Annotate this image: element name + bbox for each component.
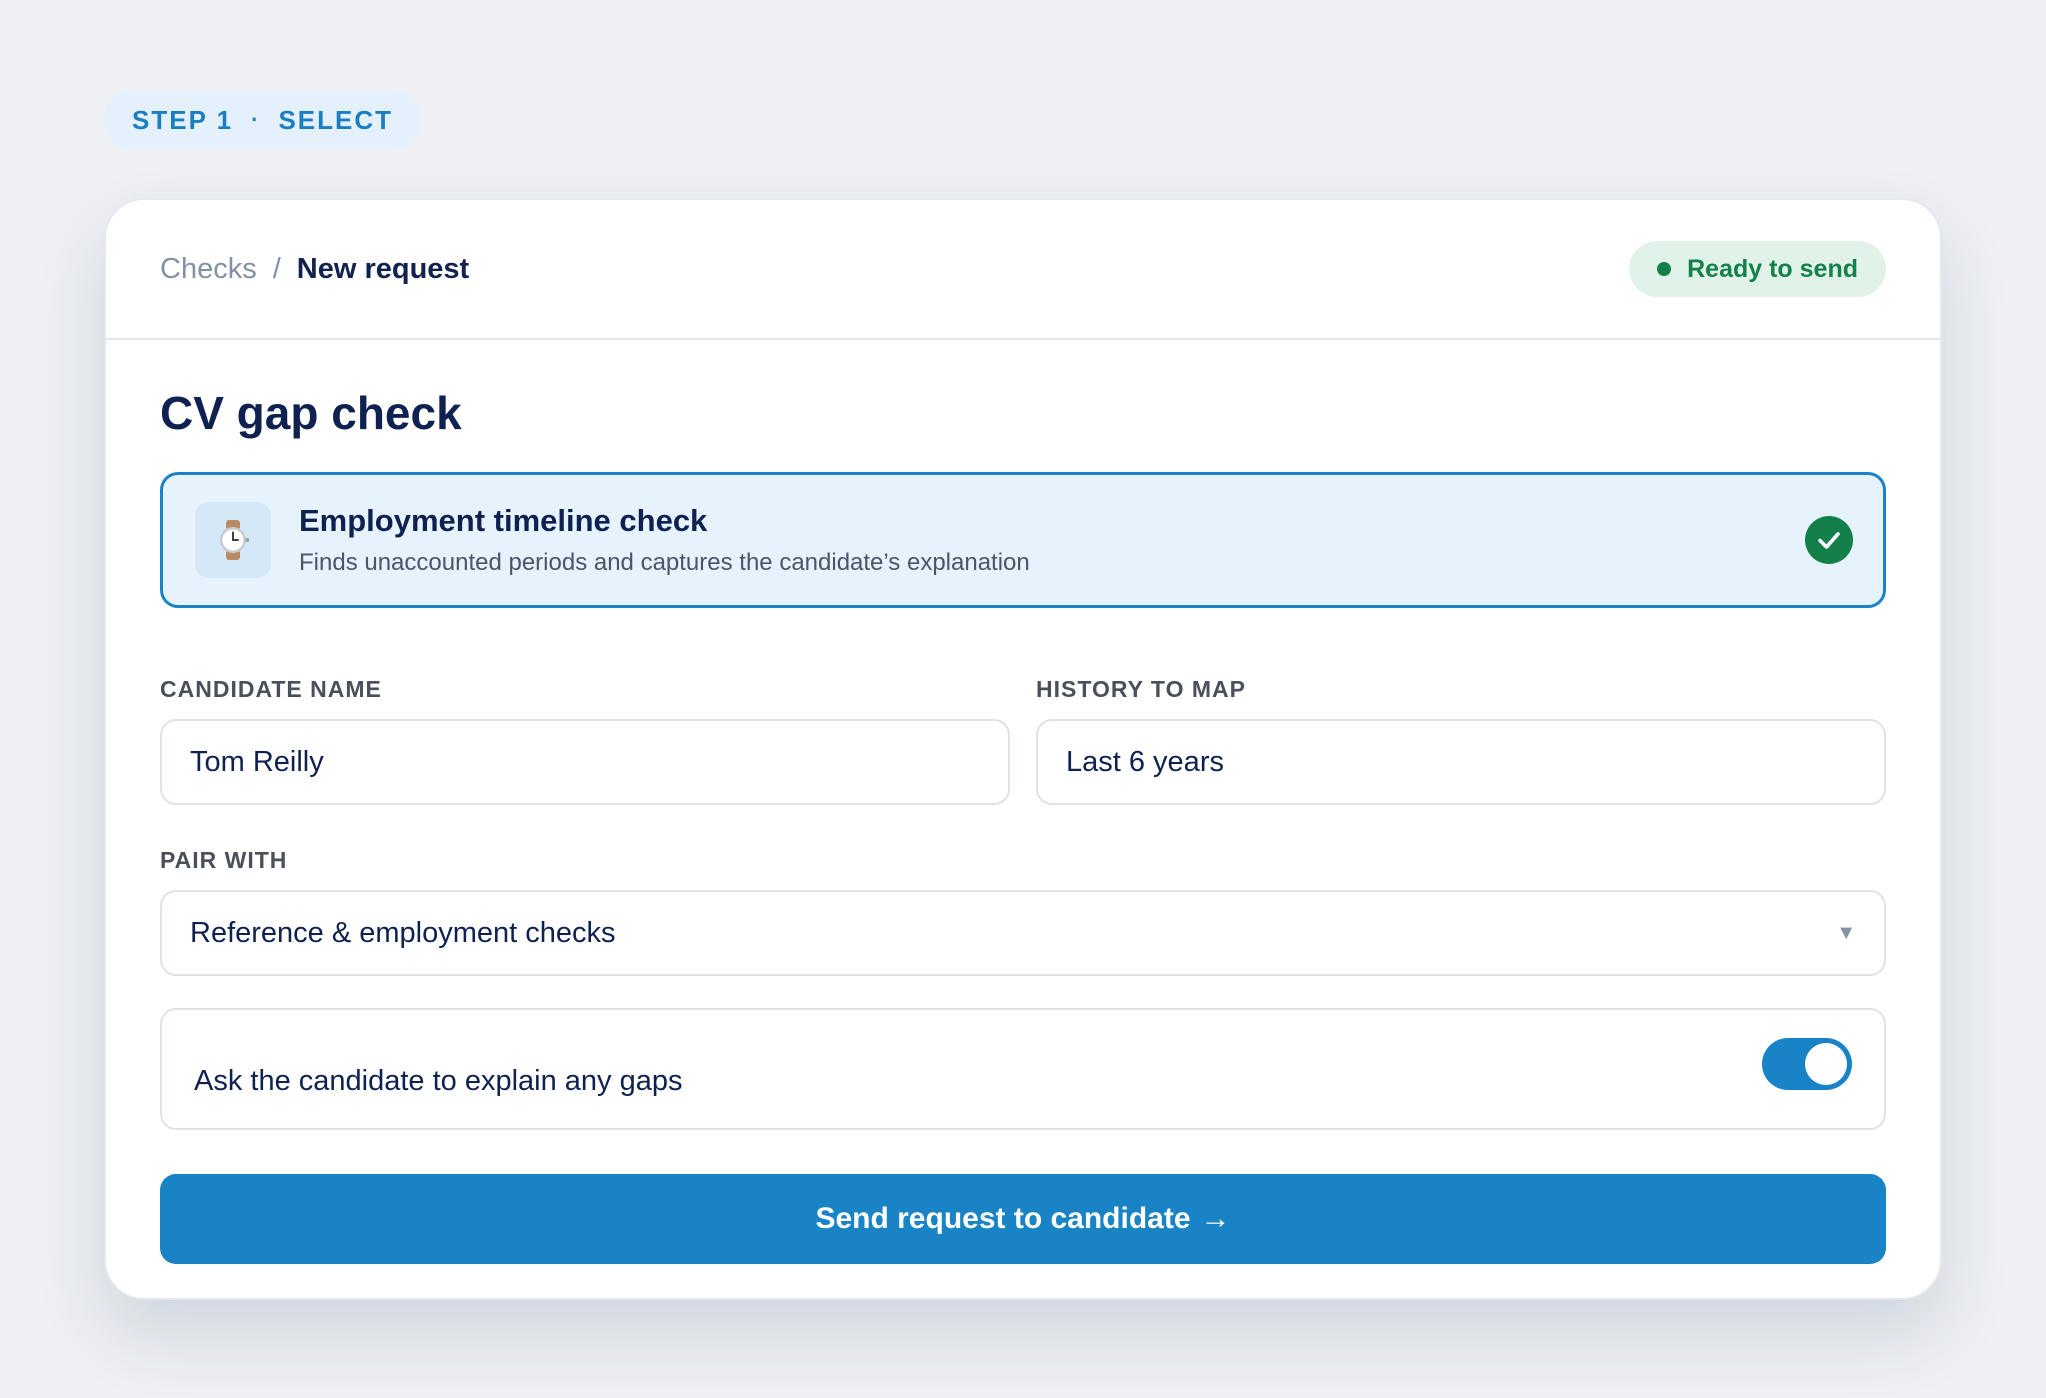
form-row-candidate: CANDIDATE NAME Tom Reilly HISTORY TO MAP… [160, 676, 1886, 805]
explain-gaps-label: Ask the candidate to explain any gaps [194, 1064, 683, 1097]
pair-with-group: PAIR WITH Reference & employment checks … [160, 847, 1886, 976]
send-request-button[interactable]: Send request to candidate → [160, 1174, 1886, 1264]
pair-with-value: Reference & employment checks [190, 916, 616, 949]
card-body: CV gap check Employment timeline check F… [106, 340, 1940, 1264]
status-label: Ready to send [1687, 254, 1858, 283]
candidate-name-group: CANDIDATE NAME Tom Reilly [160, 676, 1010, 805]
breadcrumb-separator: / [272, 252, 281, 285]
history-input[interactable]: Last 6 years [1036, 719, 1886, 805]
history-group: HISTORY TO MAP Last 6 years [1036, 676, 1886, 805]
breadcrumb-checks-link[interactable]: Checks [160, 253, 257, 286]
candidate-name-label: CANDIDATE NAME [160, 676, 382, 702]
breadcrumb-current: New request [296, 252, 470, 285]
check-option-text: Employment timeline check Finds unaccoun… [299, 503, 1805, 577]
check-option-employment-timeline[interactable]: Employment timeline check Finds unaccoun… [160, 472, 1886, 608]
page: STEP 1 · SELECT Checks / New request Rea… [0, 0, 2046, 1398]
candidate-name-input[interactable]: Tom Reilly [160, 719, 1010, 805]
watch-icon [195, 502, 271, 578]
step-separator: · [251, 107, 261, 132]
check-option-title: Employment timeline check [299, 503, 708, 538]
check-option-description: Finds unaccounted periods and captures t… [299, 549, 1030, 576]
status-dot-icon [1657, 262, 1672, 276]
card-header: Checks / New request Ready to send [106, 200, 1940, 340]
step-name: SELECT [278, 104, 394, 135]
explain-gaps-row: Ask the candidate to explain any gaps [160, 1008, 1886, 1130]
request-card: Checks / New request Ready to send CV ga… [104, 198, 1942, 1300]
chevron-down-icon: ▼ [1836, 921, 1856, 944]
step-number: STEP 1 [132, 104, 234, 135]
breadcrumb: Checks / New request [160, 253, 469, 286]
checkmark-icon [1805, 516, 1853, 564]
history-label: HISTORY TO MAP [1036, 676, 1246, 702]
page-title: CV gap check [160, 387, 462, 439]
toggle-knob [1805, 1043, 1847, 1085]
status-badge: Ready to send [1629, 241, 1886, 297]
step-indicator: STEP 1 · SELECT [104, 90, 422, 150]
explain-gaps-toggle[interactable] [1762, 1038, 1852, 1090]
send-request-label: Send request to candidate [815, 1202, 1191, 1235]
arrow-right-icon: → [1200, 1202, 1231, 1235]
pair-with-label: PAIR WITH [160, 847, 288, 873]
pair-with-select[interactable]: Reference & employment checks ▼ [160, 890, 1886, 976]
